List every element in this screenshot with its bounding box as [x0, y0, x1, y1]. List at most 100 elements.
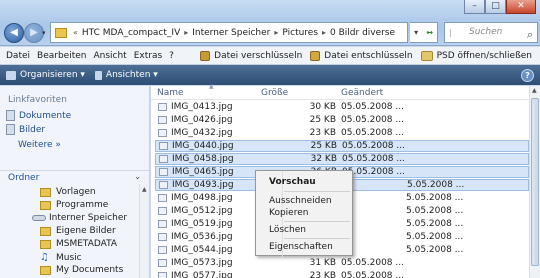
file-modified: 5.05.2008 ...: [406, 219, 464, 229]
views-icon: [94, 70, 102, 80]
file-size: 23 KB: [309, 128, 336, 138]
breadcrumb-separator[interactable]: ▸: [322, 28, 326, 37]
file-row[interactable]: IMG_0432.jpg 23 KB 05.05.2008 ...: [155, 127, 529, 139]
maximize-button[interactable]: □: [485, 0, 506, 14]
file-list-scrollbar[interactable]: ▲: [529, 86, 540, 278]
breadcrumb-current-folder[interactable]: 0 Bildr diverse: [330, 28, 395, 38]
tree-item-music[interactable]: ♫ Music: [40, 252, 82, 263]
tree-item-programme[interactable]: Programme: [40, 200, 108, 210]
psd-toggle-label: PSD öffnen/schließen: [436, 50, 532, 61]
file-modified: 05.05.2008 ...: [341, 102, 404, 112]
file-modified: 5.05.2008 ...: [406, 232, 464, 242]
address-dropdown-icon[interactable]: ▾: [414, 28, 418, 37]
back-button[interactable]: ◀: [4, 23, 24, 43]
navigation-pane: Linkfavoriten Dokumente Bilder Weitere »…: [0, 86, 150, 278]
help-icon[interactable]: ?: [521, 69, 534, 82]
file-name: IMG_0440.jpg: [172, 141, 234, 151]
file-modified: 5.05.2008 ...: [406, 245, 464, 255]
decrypt-file-button[interactable]: Datei entschlüsseln: [310, 50, 413, 61]
minimize-button[interactable]: –: [464, 0, 485, 14]
breadcrumb-overflow[interactable]: «: [73, 28, 78, 37]
menu-tools[interactable]: Extras: [134, 51, 162, 61]
image-file-icon: [158, 129, 167, 137]
menu-view[interactable]: Ansicht: [93, 51, 126, 61]
column-header-modified[interactable]: Geändert: [341, 88, 383, 98]
pictures-icon: [6, 124, 15, 135]
image-file-icon: [158, 259, 167, 267]
organize-icon: [6, 70, 16, 80]
folders-header[interactable]: Ordner ⌄: [0, 170, 149, 184]
file-name: IMG_0413.jpg: [171, 102, 233, 112]
tree-item-label: Vorlagen: [56, 187, 96, 197]
file-modified: 05.05.2008 ...: [341, 115, 404, 125]
file-size: 25 KB: [309, 115, 336, 125]
file-modified: 05.05.2008 ...: [341, 258, 404, 268]
file-row[interactable]: IMG_0426.jpg 25 KB 05.05.2008 ...: [155, 114, 529, 126]
image-file-icon: [159, 142, 168, 150]
file-row[interactable]: IMG_0440.jpg 25 KB 05.05.2008 ...: [155, 140, 529, 152]
favorite-documents[interactable]: Dokumente: [6, 110, 71, 121]
column-header-name[interactable]: Name: [157, 88, 184, 98]
context-item-cut[interactable]: Ausschneiden: [269, 196, 332, 206]
breadcrumb-storage[interactable]: Interner Speicher: [192, 28, 270, 38]
tree-item-label: My Documents: [56, 265, 124, 275]
menu-edit[interactable]: Bearbeiten: [37, 51, 86, 61]
context-item-delete[interactable]: Löschen: [269, 225, 306, 235]
tree-item-eigene-bilder[interactable]: Eigene Bilder: [40, 226, 116, 236]
address-bar[interactable]: « HTC MDA_compact_IV ▸ Interner Speicher…: [50, 22, 408, 43]
recent-pages-dropdown[interactable]: ▾: [42, 29, 46, 37]
encrypt-file-button[interactable]: Datei verschlüsseln: [200, 50, 302, 61]
file-row[interactable]: IMG_0458.jpg 32 KB 05.05.2008 ...: [155, 153, 529, 165]
title-bar: – □ ✕ ◀ ▶ ▾ « HTC MDA_compact_IV ▸ Inter…: [0, 0, 540, 46]
breadcrumb-separator[interactable]: ▸: [274, 28, 278, 37]
favorite-pictures[interactable]: Bilder: [6, 124, 45, 135]
file-modified: 5.05.2008 ...: [406, 206, 464, 216]
favorite-documents-label: Dokumente: [19, 110, 72, 121]
breadcrumb-pictures[interactable]: Pictures: [282, 28, 318, 38]
folder-tree-scrollbar[interactable]: ▲: [139, 184, 149, 278]
close-button[interactable]: ✕: [506, 0, 536, 14]
more-favorites-link[interactable]: Weitere »: [18, 140, 61, 150]
scroll-up-icon[interactable]: ▲: [142, 186, 147, 193]
column-headers: ▲ Name Größe Geändert: [151, 83, 540, 100]
menu-help[interactable]: ?: [169, 51, 174, 61]
file-size: 30 KB: [309, 102, 336, 112]
tree-item-vorlagen[interactable]: Vorlagen: [40, 187, 96, 197]
context-item-properties[interactable]: Eigenschaften: [269, 242, 333, 252]
image-file-icon: [159, 155, 168, 163]
file-size: 23 KB: [309, 271, 336, 278]
tree-item-label: Interner Speicher: [49, 213, 128, 223]
image-file-icon: [158, 220, 167, 228]
forward-button[interactable]: ▶: [24, 23, 44, 43]
tree-item-msmetadata[interactable]: MSMETADATA: [40, 239, 117, 249]
file-modified: 05.05.2008 ...: [342, 141, 405, 151]
file-row[interactable]: IMG_0413.jpg 30 KB 05.05.2008 ...: [155, 101, 529, 113]
file-size: 32 KB: [310, 154, 337, 164]
file-row[interactable]: IMG_0577.jpg 23 KB 05.05.2008 ...: [155, 270, 529, 278]
image-file-icon: [158, 207, 167, 215]
refresh-icon[interactable]: ↔: [426, 28, 433, 37]
context-separator: [284, 238, 350, 239]
scroll-up-icon[interactable]: ▲: [532, 87, 537, 94]
views-button[interactable]: Ansichten ▾: [94, 70, 158, 80]
context-item-preview[interactable]: Vorschau: [269, 177, 316, 187]
file-row[interactable]: IMG_0573.jpg 31 KB 05.05.2008 ...: [155, 257, 529, 269]
menu-file[interactable]: Datei: [6, 51, 30, 61]
breadcrumb-separator[interactable]: ▸: [184, 28, 188, 37]
breadcrumb-device[interactable]: HTC MDA_compact_IV: [82, 28, 180, 38]
context-item-copy[interactable]: Kopieren: [269, 208, 308, 218]
chevron-down-icon[interactable]: ⌄: [134, 172, 141, 181]
scrollbar-thumb[interactable]: [531, 98, 539, 266]
tree-item-my-documents[interactable]: My Documents: [40, 265, 123, 275]
column-header-size[interactable]: Größe: [261, 88, 288, 98]
psd-toggle-button[interactable]: PSD öffnen/schließen: [420, 50, 532, 61]
image-file-icon: [158, 246, 167, 254]
search-input[interactable]: | Suchen ⌕: [444, 22, 538, 43]
search-icon[interactable]: ⌕: [527, 25, 533, 44]
organize-button[interactable]: Organisieren ▾: [6, 70, 85, 80]
file-name: IMG_0458.jpg: [172, 154, 234, 164]
file-size: 25 KB: [310, 141, 337, 151]
folder-icon: [40, 239, 51, 249]
address-controls: ▾ ↔: [410, 22, 438, 43]
tree-item-internal-storage[interactable]: Interner Speicher: [32, 213, 127, 223]
